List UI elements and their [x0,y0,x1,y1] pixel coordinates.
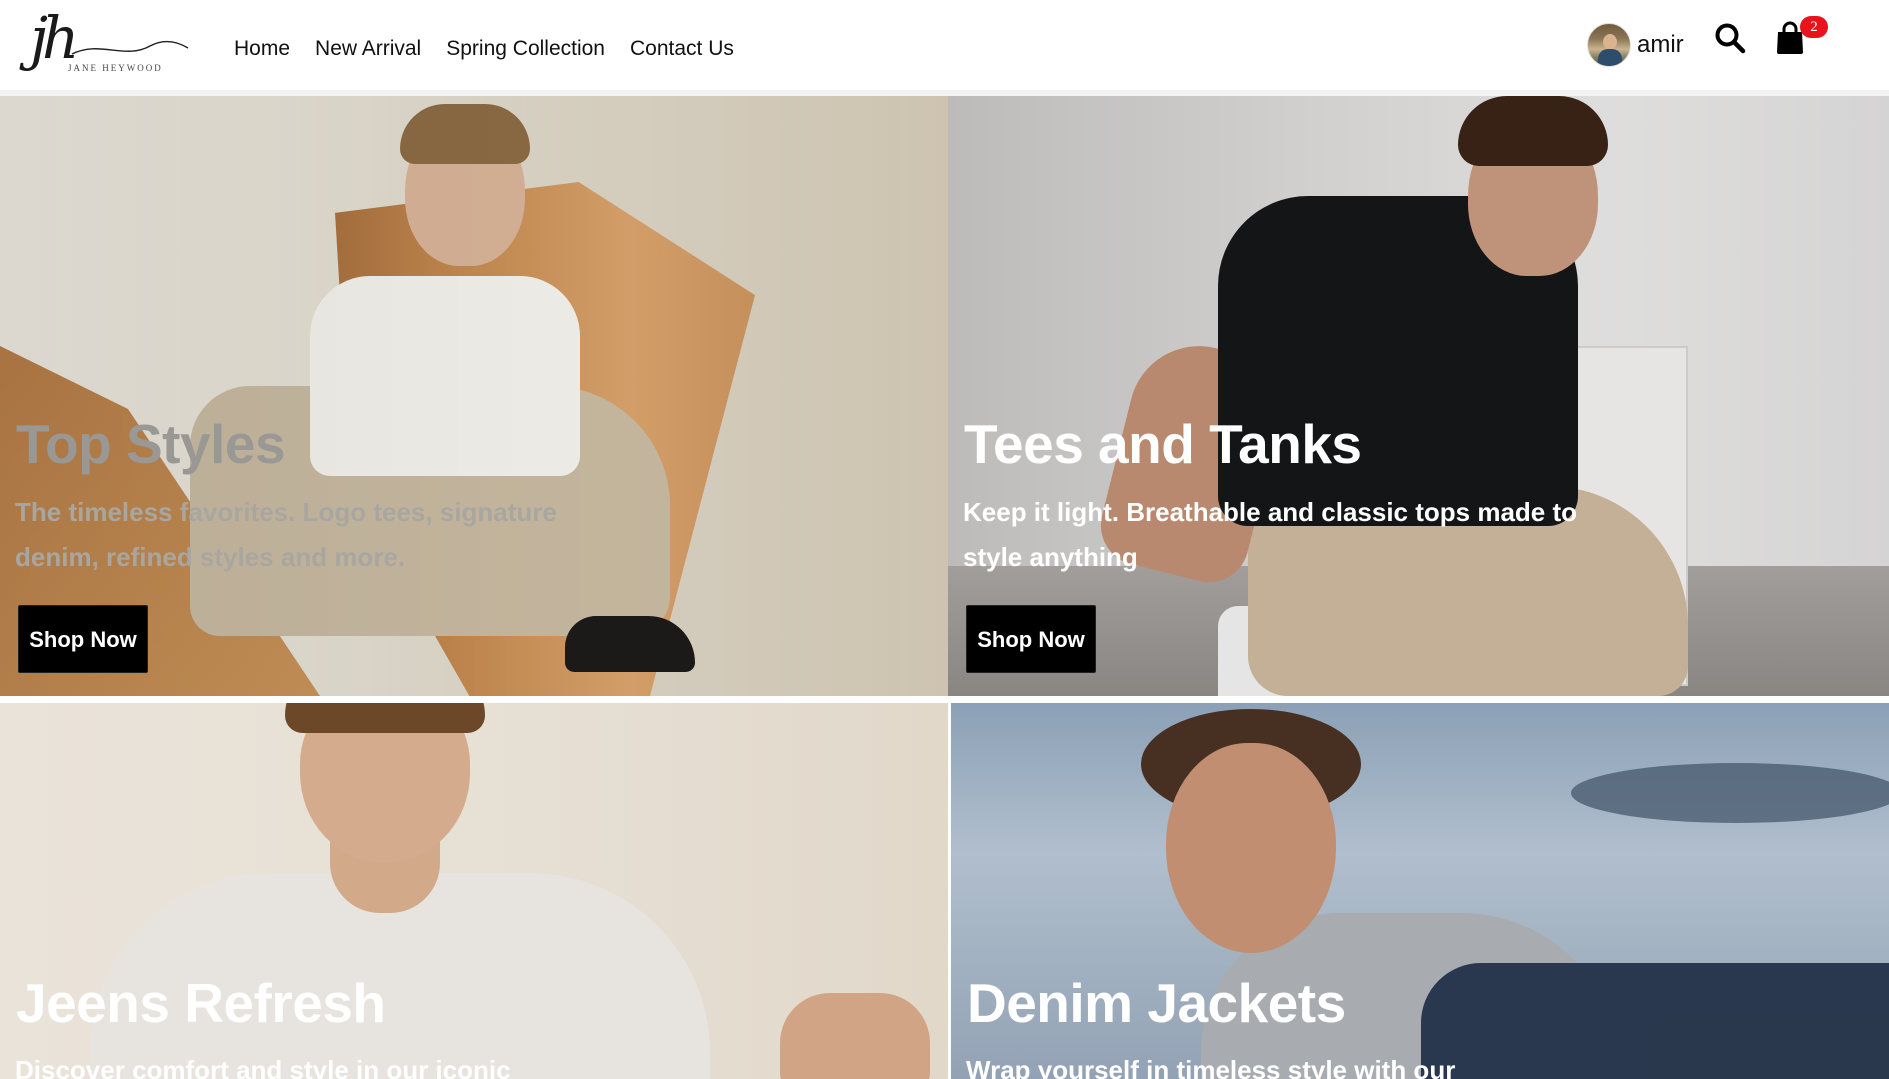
logo-wordmark: JANE HEYWOOD [68,63,163,73]
tile-title: Top Styles [16,413,286,475]
shop-now-button[interactable]: Shop Now [18,605,148,673]
logo-monogram: jh [30,4,79,72]
tile-title: Tees and Tanks [964,413,1362,475]
site-header: jh JANE HEYWOOD Home New Arrival Spring … [0,0,1889,92]
tile-denim-jackets[interactable]: Denim Jackets Wrap yourself in timeless … [951,703,1889,1079]
tile-title: Jeens Refresh [16,972,386,1034]
avatar-face [1603,34,1617,50]
tile-description: Keep it light. Breathable and classic to… [963,497,1578,572]
shop-now-button[interactable]: Shop Now [966,605,1096,673]
tile-description: Wrap yourself in timeless style with our [966,1055,1456,1079]
tile-jeens-refresh[interactable]: Jeens Refresh Discover comfort and style… [0,703,948,1079]
user-account[interactable]: amir [1587,23,1684,67]
tile-description: Discover comfort and style in our iconic [15,1055,511,1079]
nav-home[interactable]: Home [234,36,290,62]
main-nav: Home New Arrival Spring Collection Conta… [234,36,759,62]
tile-description: The timeless favorites. Logo tees, signa… [15,497,557,572]
nav-spring-collection[interactable]: Spring Collection [446,36,605,62]
cart-count-badge: 2 [1800,16,1828,38]
tile-top-styles[interactable]: Top Styles The timeless favorites. Logo … [0,96,948,696]
search-icon [1715,23,1746,54]
avatar[interactable] [1587,23,1631,67]
avatar-body [1598,49,1622,66]
tile-title: Denim Jackets [967,972,1346,1034]
brand-logo[interactable]: jh JANE HEYWOOD [30,2,189,84]
nav-new-arrival[interactable]: New Arrival [315,36,421,62]
search-button[interactable] [1714,22,1746,54]
nav-contact-us[interactable]: Contact Us [630,36,734,62]
tile-tees-and-tanks[interactable]: Tees and Tanks Keep it light. Breathable… [948,96,1889,696]
user-name[interactable]: amir [1637,23,1684,67]
logo-swash-icon [71,40,189,55]
